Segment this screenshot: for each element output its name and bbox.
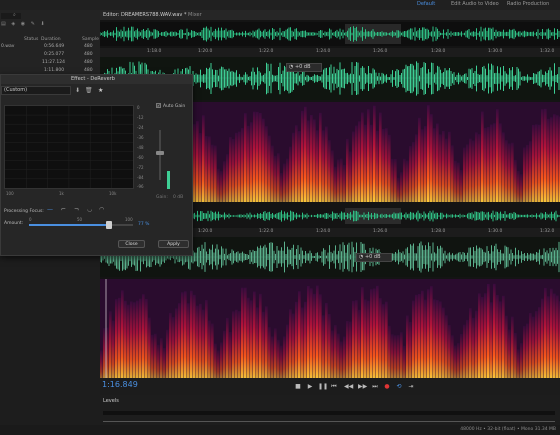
ruler-tick: 1:20.0 — [198, 229, 213, 234]
graph-grid-svg — [5, 106, 133, 188]
dereverb-graph[interactable] — [4, 105, 134, 189]
tab-mixer[interactable]: Mixer — [188, 12, 202, 18]
files-toolbar-icons[interactable]: ▤ ◈ ◉ ✎ ⬇ — [1, 21, 47, 27]
column-status[interactable]: Status — [24, 37, 38, 42]
status-bar: 48000 Hz • 32-bit (float) • Mono 31.34 M… — [0, 425, 560, 435]
close-button[interactable]: Close — [118, 240, 145, 248]
save-preset-icon[interactable]: ⬇ — [75, 87, 80, 94]
play-icon[interactable]: ▶ — [306, 383, 314, 390]
gain-label: Gain: — [156, 195, 168, 200]
time-ruler[interactable]: 1:18.0 1:20.0 1:22.0 1:24.0 1:26.0 1:28.… — [100, 48, 560, 57]
ruler-tick: 1:26.0 — [373, 229, 388, 234]
dialog-title: Effect - DeReverb — [71, 76, 115, 82]
fast-forward-icon[interactable]: ▶▶ — [358, 383, 367, 390]
db-scale: 0 -12 -24 -36 -48 -60 -72 -84 -96 — [137, 105, 144, 189]
workspace-radio-production[interactable]: Radio Production — [507, 1, 549, 7]
level-scale-line — [103, 421, 555, 422]
ruler-tick: 1:28.0 — [431, 49, 446, 54]
timecode-display[interactable]: 1:16.849 — [102, 380, 138, 389]
files-search-input[interactable]: ⌕ — [1, 12, 21, 19]
search-icon: ⌕ — [13, 12, 16, 18]
focus-low-icon[interactable]: ¬ — [74, 206, 79, 213]
ruler-tick: 1:32.0 — [540, 229, 555, 234]
focus-high-icon[interactable]: ⌐ — [61, 206, 66, 213]
loop-icon[interactable]: ⟲ — [395, 383, 403, 390]
gain-knob-icon: ◔ — [289, 64, 294, 70]
pause-icon[interactable]: ❚❚ — [318, 383, 328, 390]
freq-label: 1k — [59, 191, 64, 196]
hud-gain-control[interactable]: ◔ +0 dB — [286, 63, 322, 72]
apply-button[interactable]: Apply — [158, 240, 189, 248]
favorite-star-icon[interactable]: ★ — [98, 87, 103, 94]
files-panel: ⌕ ▤ ◈ ◉ ✎ ⬇ Status Duration Sample 0.wav… — [0, 10, 100, 74]
skip-forward-icon[interactable]: ⏭ — [371, 383, 379, 390]
skip-back-icon[interactable]: ⏮ — [330, 383, 338, 390]
effect-dialog: Effect - DeReverb (Custom) ⬇ 🗑 ★ 100 1k … — [0, 74, 193, 256]
record-icon[interactable]: ● — [383, 383, 391, 390]
auto-gain-label: Auto Gain — [163, 104, 186, 109]
focus-flat-icon[interactable]: — — [47, 206, 53, 213]
focus-ends-icon[interactable]: ◠ — [99, 206, 104, 213]
amount-value[interactable]: 77 % — [138, 222, 149, 227]
amount-slider-track[interactable] — [29, 224, 133, 226]
processing-focus-label: Processing Focus: — [4, 209, 44, 214]
hud-gain-control-2[interactable]: ◔ +0 dB — [356, 253, 392, 262]
ruler-tick: 1:22.0 — [259, 49, 274, 54]
workspace-default[interactable]: Default — [417, 1, 435, 7]
file-row[interactable]: 0.wav 0:56.649 480 — [0, 43, 100, 51]
transport-bar: 1:16.849 ■ ▶ ❚❚ ⏮ ◀◀ ▶▶ ⏭ ● ⟲ ⇥ — [100, 378, 560, 395]
ruler-tick: 1:30.0 — [488, 49, 503, 54]
file-row[interactable]: 0:25.077 480 — [0, 51, 100, 59]
gain-knob-icon: ◔ — [359, 254, 364, 260]
amount-slider-thumb[interactable] — [106, 221, 113, 229]
rewind-icon[interactable]: ◀◀ — [344, 383, 353, 390]
ruler-tick: 1:26.0 — [373, 49, 388, 54]
overview-wave-svg — [99, 24, 560, 44]
amount-scale-label: 100 — [125, 217, 133, 222]
ruler-tick: 1:22.0 — [259, 229, 274, 234]
column-sample-rate[interactable]: Sample — [82, 37, 99, 42]
ruler-tick: 1:28.0 — [431, 229, 446, 234]
spectrogram-svg-2 — [100, 279, 560, 379]
amount-slider-fill — [29, 224, 110, 226]
editor-tabs: Editor: DREAMERS788.WAV.wav * Mixer — [100, 10, 560, 20]
file-row[interactable]: 11:27.124 480 — [0, 59, 100, 67]
skip-selection-icon[interactable]: ⇥ — [407, 383, 415, 390]
amount-scale-label: 50 — [77, 217, 83, 222]
ruler-tick: 1:20.0 — [198, 49, 213, 54]
levels-title: Levels — [103, 398, 119, 404]
stop-icon[interactable]: ■ — [294, 383, 302, 390]
ruler-tick: 1:18.0 — [147, 49, 162, 54]
gain-slider-thumb[interactable] — [156, 151, 164, 155]
delete-preset-icon[interactable]: 🗑 — [85, 87, 93, 94]
ruler-tick: 1:24.0 — [316, 49, 331, 54]
freq-label: 100 — [6, 191, 14, 196]
spectral-display-2[interactable] — [100, 279, 560, 379]
status-text: 48000 Hz • 32-bit (float) • Mono 31.34 M… — [460, 427, 556, 432]
gain-slider-track[interactable] — [159, 130, 161, 180]
top-bar: Default Edit Audio to Video Radio Produc… — [0, 0, 560, 10]
workspace-edit-audio-to-video[interactable]: Edit Audio to Video — [451, 1, 499, 7]
ruler-tick: 1:32.0 — [540, 49, 555, 54]
amount-scale-label: 0 — [29, 217, 32, 222]
amount-label: Amount: — [4, 221, 24, 226]
level-meter — [103, 411, 555, 415]
freq-label: 10k — [109, 191, 117, 196]
tab-editor[interactable]: Editor: DREAMERS788.WAV.wav * — [103, 12, 186, 18]
dialog-titlebar[interactable]: Effect - DeReverb — [1, 75, 192, 84]
focus-mid-icon[interactable]: ◡ — [87, 206, 92, 213]
column-duration[interactable]: Duration — [41, 37, 61, 42]
ruler-tick: 1:30.0 — [488, 229, 503, 234]
overview-waveform[interactable] — [99, 22, 560, 46]
gain-value: 0 dB — [173, 195, 184, 200]
auto-gain-checkbox[interactable]: ✓ — [156, 103, 161, 108]
preset-dropdown[interactable]: (Custom) — [1, 86, 71, 95]
gain-meter — [167, 171, 170, 189]
ruler-tick: 1:24.0 — [316, 229, 331, 234]
